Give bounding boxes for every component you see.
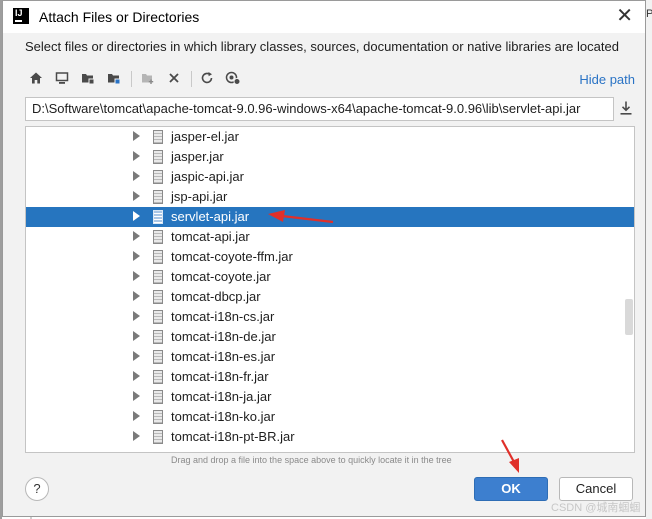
watermark: CSDN @城南蝈蝈	[551, 502, 641, 514]
tree-row[interactable]: tomcat-api.jar	[26, 227, 634, 247]
dialog-title: Attach Files or Directories	[39, 9, 200, 25]
tree-row[interactable]: tomcat-coyote.jar	[26, 267, 634, 287]
expand-arrow-icon[interactable]	[133, 131, 140, 141]
expand-arrow-icon[interactable]	[133, 431, 140, 441]
tree-row[interactable]: tomcat-i18n-es.jar	[26, 347, 634, 367]
tree-row[interactable]: tomcat-i18n-ko.jar	[26, 407, 634, 427]
file-name: tomcat-api.jar	[171, 229, 250, 244]
tree-row[interactable]: jsp-api.jar	[26, 187, 634, 207]
expand-arrow-icon[interactable]	[133, 171, 140, 181]
tree-row[interactable]: tomcat-i18n-cs.jar	[26, 307, 634, 327]
new-folder-icon[interactable]	[139, 69, 157, 87]
jar-file-icon	[153, 130, 163, 144]
jar-file-icon	[153, 170, 163, 184]
delete-icon[interactable]	[165, 69, 183, 87]
file-name: tomcat-i18n-es.jar	[171, 349, 276, 364]
expand-arrow-icon[interactable]	[133, 371, 140, 381]
file-name: jsp-api.jar	[171, 189, 228, 204]
tree-row[interactable]: tomcat-coyote-ffm.jar	[26, 247, 634, 267]
toolbar-separator	[191, 71, 192, 87]
expand-arrow-icon[interactable]	[133, 251, 140, 261]
expand-arrow-icon[interactable]	[133, 391, 140, 401]
tree-row[interactable]: tomcat-i18n-ja.jar	[26, 387, 634, 407]
file-name: tomcat-i18n-ja.jar	[171, 389, 272, 404]
tree-row[interactable]: tomcat-dbcp.jar	[26, 287, 634, 307]
expand-arrow-icon[interactable]	[133, 271, 140, 281]
expand-arrow-icon[interactable]	[133, 211, 140, 221]
tree-row[interactable]: tomcat-i18n-fr.jar	[26, 367, 634, 387]
file-name: tomcat-i18n-ko.jar	[171, 409, 276, 424]
jar-file-icon	[153, 410, 163, 424]
jar-file-icon	[153, 190, 163, 204]
background-window: PI	[646, 0, 652, 519]
tree-row[interactable]: tomcat-i18n-de.jar	[26, 327, 634, 347]
cancel-button[interactable]: Cancel	[559, 477, 633, 501]
toolbar-separator	[131, 71, 132, 87]
jar-file-icon	[153, 350, 163, 364]
file-name: tomcat-dbcp.jar	[171, 289, 261, 304]
download-icon[interactable]	[619, 100, 635, 118]
attach-files-dialog: IJ Attach Files or Directories ✕ Select …	[2, 0, 646, 517]
file-name: tomcat-coyote-ffm.jar	[171, 249, 293, 264]
expand-arrow-icon[interactable]	[133, 351, 140, 361]
file-name: jasper-el.jar	[171, 129, 239, 144]
tree-row[interactable]: jasper.jar	[26, 147, 634, 167]
file-name: servlet-api.jar	[171, 209, 250, 224]
drag-drop-hint: Drag and drop a file into the space abov…	[171, 455, 452, 465]
jar-file-icon	[153, 430, 163, 444]
expand-arrow-icon[interactable]	[133, 231, 140, 241]
jar-file-icon	[153, 310, 163, 324]
expand-arrow-icon[interactable]	[133, 291, 140, 301]
jar-file-icon	[153, 150, 163, 164]
tree-row[interactable]: jasper-el.jar	[26, 127, 634, 147]
help-button[interactable]: ?	[25, 477, 49, 501]
jar-file-icon	[153, 270, 163, 284]
close-icon: ✕	[616, 5, 633, 27]
file-name: tomcat-i18n-pt-BR.jar	[171, 429, 295, 444]
desktop-icon[interactable]	[53, 69, 71, 87]
ok-button[interactable]: OK	[474, 477, 548, 501]
path-row: D:\Software\tomcat\apache-tomcat-9.0.96-…	[25, 97, 639, 121]
file-tree[interactable]: jasper-el.jar jasper.jar jaspic-api.jar jsp…	[25, 126, 635, 453]
jar-file-icon	[153, 390, 163, 404]
expand-arrow-icon[interactable]	[133, 311, 140, 321]
file-name: tomcat-coyote.jar	[171, 269, 271, 284]
expand-arrow-icon[interactable]	[133, 411, 140, 421]
intellij-app-icon: IJ	[13, 8, 29, 24]
background-window-text: PI	[646, 8, 652, 20]
expand-arrow-icon[interactable]	[133, 151, 140, 161]
file-name: jasper.jar	[171, 149, 224, 164]
show-hidden-icon[interactable]	[224, 69, 242, 87]
title-bar: IJ Attach Files or Directories ✕	[3, 1, 645, 33]
file-name: tomcat-i18n-de.jar	[171, 329, 276, 344]
jar-file-icon	[153, 210, 163, 224]
jar-file-icon	[153, 330, 163, 344]
path-input[interactable]: D:\Software\tomcat\apache-tomcat-9.0.96-…	[25, 97, 614, 121]
file-chooser-toolbar: Hide path	[25, 67, 637, 91]
close-button[interactable]: ✕	[616, 5, 633, 27]
home-icon[interactable]	[27, 69, 45, 87]
module-icon[interactable]	[105, 69, 123, 87]
dialog-description: Select files or directories in which lib…	[25, 39, 619, 54]
file-name: jaspic-api.jar	[171, 169, 244, 184]
refresh-icon[interactable]	[198, 69, 216, 87]
tree-row[interactable]: jaspic-api.jar	[26, 167, 634, 187]
file-name: tomcat-i18n-fr.jar	[171, 369, 269, 384]
jar-file-icon	[153, 230, 163, 244]
jar-file-icon	[153, 370, 163, 384]
hide-path-link[interactable]: Hide path	[579, 72, 635, 87]
file-name: tomcat-i18n-cs.jar	[171, 309, 275, 324]
expand-arrow-icon[interactable]	[133, 331, 140, 341]
project-icon[interactable]	[79, 69, 97, 87]
tree-row[interactable]: tomcat-i18n-pt-BR.jar	[26, 427, 634, 447]
jar-file-icon	[153, 290, 163, 304]
tree-row[interactable]: servlet-api.jar	[26, 207, 634, 227]
expand-arrow-icon[interactable]	[133, 191, 140, 201]
jar-file-icon	[153, 250, 163, 264]
